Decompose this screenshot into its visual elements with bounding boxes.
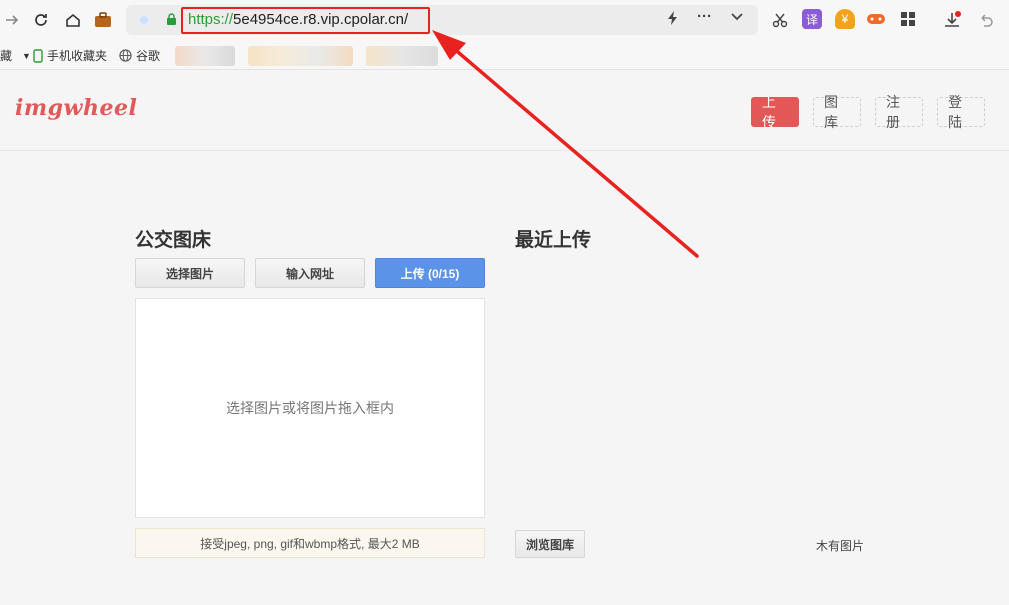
home-icon[interactable] [61,8,85,32]
bookmarks-bar: 藏 ▼ 手机收藏夹 谷歌 [0,40,1009,70]
chevron-down-icon[interactable] [730,10,744,28]
bookmark-folder[interactable]: 藏 ▼ [0,47,31,64]
url-highlight-box [181,7,430,34]
image-dropzone[interactable]: 选择图片或将图片拖入框内 [135,298,485,518]
browser-toolbar: https://5e4954ce.r8.vip.cpolar.cn/ ··· 译… [0,0,1009,40]
site-info-icon[interactable] [138,14,150,26]
scissors-icon[interactable] [768,8,792,32]
upload-section-title: 公交图床 [135,230,212,251]
browse-gallery-button[interactable]: 浏览图库 [515,530,585,558]
download-icon[interactable] [940,8,964,32]
select-image-button[interactable]: 选择图片 [135,258,245,288]
dropzone-text: 选择图片或将图片拖入框内 [226,400,394,416]
format-hint: 接受jpeg, png, gif和wbmp格式, 最大2 MB [135,528,485,558]
gamepad-icon[interactable] [866,9,886,29]
site-logo[interactable]: imgwheel [15,95,137,121]
blurred-bookmark[interactable] [175,46,235,66]
undo-icon[interactable] [974,8,998,32]
forward-icon[interactable] [0,8,24,32]
lightning-icon[interactable] [666,10,680,30]
reload-icon[interactable] [29,8,53,32]
nav-upload-button[interactable]: 上传 [751,94,799,130]
format-hint-text: 接受jpeg, png, gif和wbmp格式, 最大2 MB [200,536,420,551]
globe-icon [119,49,132,62]
nav-login-button[interactable]: 登陆 [937,94,985,130]
bookmark-google[interactable]: 谷歌 [119,47,160,64]
site-header: imgwheel 上传 图库 注册 登陆 [0,71,1009,151]
blurred-bookmark[interactable] [366,46,438,66]
translate-icon[interactable]: 译 [802,9,822,29]
more-icon[interactable]: ··· [697,8,712,25]
shield-extension-icon[interactable]: ¥ [835,9,855,29]
bookmark-mobile[interactable]: 手机收藏夹 [33,47,107,64]
nav-register-button[interactable]: 注册 [875,94,923,130]
nav-gallery-button[interactable]: 图库 [813,94,861,130]
phone-icon [33,48,43,63]
briefcase-icon[interactable] [91,8,115,32]
empty-state-text: 木有图片 [816,539,865,553]
caret-down-icon[interactable]: ▼ [22,51,31,61]
recent-uploads-title: 最近上传 [515,230,592,251]
lock-icon[interactable] [166,13,177,25]
apps-grid-icon[interactable] [898,9,918,29]
enter-url-button[interactable]: 输入网址 [255,258,365,288]
upload-button[interactable]: 上传 (0/15) [375,258,485,288]
blurred-bookmark[interactable] [248,46,353,66]
